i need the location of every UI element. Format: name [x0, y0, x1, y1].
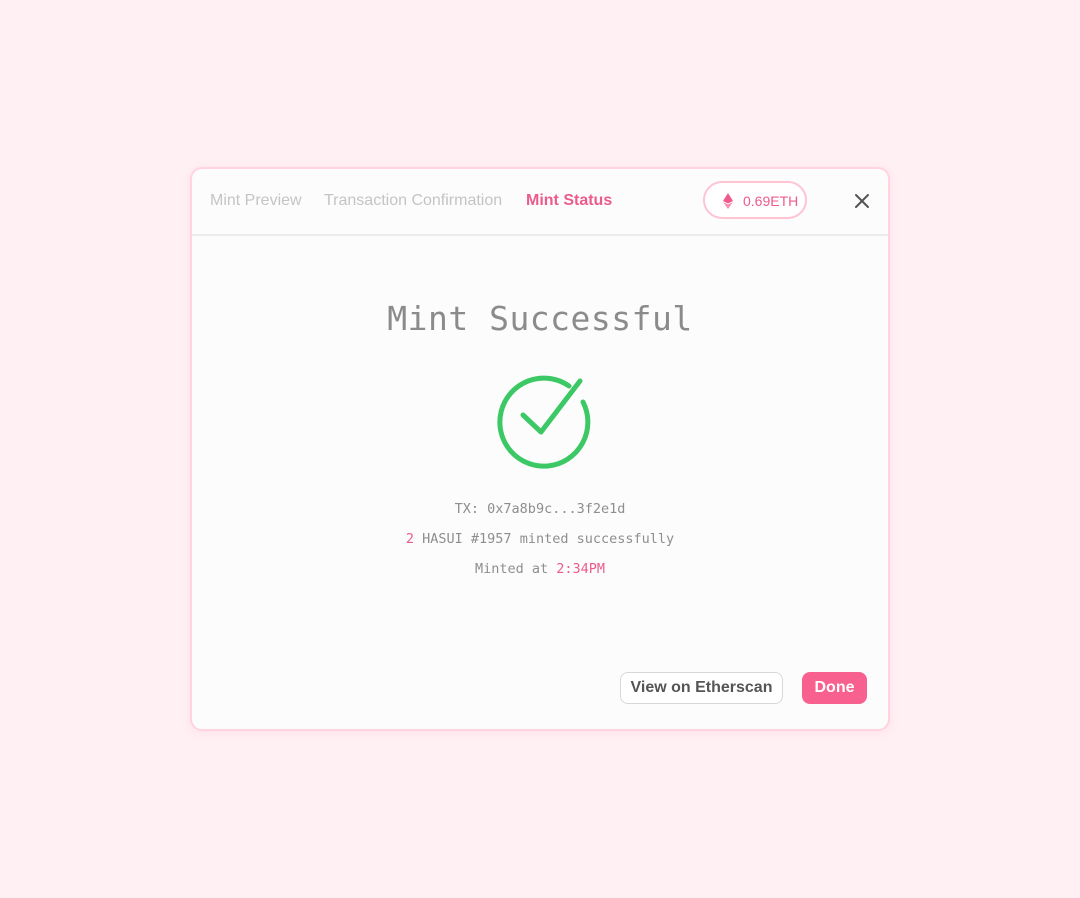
minted-line: 2 HASUI #1957 minted successfully — [192, 530, 888, 548]
tab-mint-preview[interactable]: Mint Preview — [210, 191, 302, 211]
mint-quantity: 2 — [405, 531, 415, 547]
check-circle-icon — [497, 375, 591, 469]
tx-hash-line: TX: 0x7a8b9c...3f2e1d — [192, 500, 888, 518]
tx-hash: 0x7a8b9c...3f2e1d — [487, 501, 626, 517]
modal-header: Mint Preview Transaction Confirmation Mi… — [192, 169, 888, 236]
tab-mint-status[interactable]: Mint Status — [526, 191, 612, 211]
mint-modal: Mint Preview Transaction Confirmation Mi… — [190, 167, 890, 731]
minted-time-line: Minted at 2:34PM — [192, 560, 888, 578]
eth-balance-pill: 0.69ETH — [703, 181, 807, 219]
tab-transaction-confirmation[interactable]: Transaction Confirmation — [324, 191, 502, 211]
done-button[interactable]: Done — [802, 672, 867, 704]
view-on-etherscan-button[interactable]: View on Etherscan — [620, 672, 783, 704]
minted-text: HASUI #1957 minted successfully — [422, 531, 675, 547]
close-icon[interactable] — [852, 191, 872, 211]
eth-balance-amount: 0.69ETH — [743, 193, 799, 209]
minted-at-label: Minted at — [474, 561, 549, 577]
tx-label: TX: — [454, 501, 480, 517]
ethereum-icon — [723, 193, 733, 209]
status-title: Mint Successful — [387, 299, 693, 338]
minted-time: 2:34PM — [556, 561, 606, 577]
